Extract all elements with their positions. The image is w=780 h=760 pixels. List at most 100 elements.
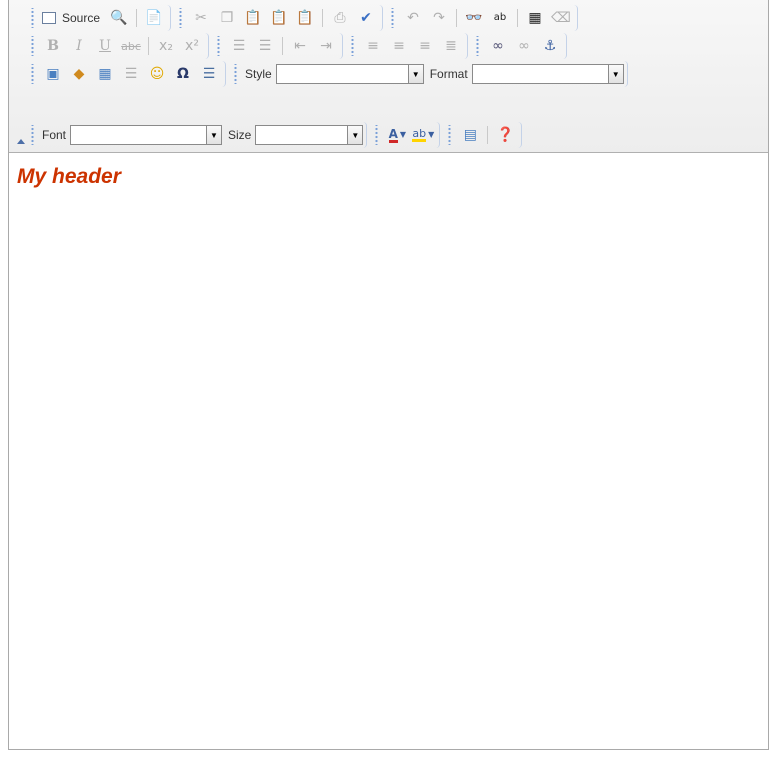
bulleted-list-icon: ☰ bbox=[258, 38, 272, 54]
image-button[interactable]: ▣ bbox=[42, 63, 64, 85]
toolbar-grip[interactable] bbox=[178, 8, 185, 28]
toolbar-grip[interactable] bbox=[30, 64, 36, 84]
size-value bbox=[256, 126, 347, 144]
underline-icon: U bbox=[99, 38, 111, 54]
anchor-icon: ⚓ bbox=[543, 38, 557, 54]
table-button[interactable]: ▦ bbox=[94, 63, 116, 85]
remove-format-button[interactable]: ⌫ bbox=[550, 7, 572, 29]
unlink-button[interactable]: ∞ bbox=[513, 35, 535, 57]
toolbar-grip[interactable] bbox=[390, 8, 397, 28]
toolbar-grip[interactable] bbox=[30, 125, 36, 145]
paste-button[interactable]: 📋 bbox=[242, 7, 264, 29]
toolbar-row-1: Source 🔍 📄 ✂ ❐ 📋 📋 📋 ⎙ ✔ ↶ ↷ 👓 ab ▦ ⌫ bbox=[27, 4, 582, 32]
print-button[interactable]: ⎙ bbox=[329, 7, 351, 29]
select-all-button[interactable]: ▦ bbox=[524, 7, 546, 29]
paste-text-icon: 📋 bbox=[270, 10, 288, 26]
separator bbox=[517, 9, 519, 27]
insert-group: ▣ ◆ ▦ ☰ ☺ Ω ☰ bbox=[27, 61, 226, 87]
redo-icon: ↷ bbox=[433, 10, 445, 26]
toolbar-grip[interactable] bbox=[447, 125, 454, 145]
templates-button[interactable]: 📄 bbox=[143, 7, 165, 29]
collapse-toolbar-icon[interactable] bbox=[17, 139, 25, 144]
align-justify-button[interactable]: ≣ bbox=[440, 35, 462, 57]
eraser-icon: ⌫ bbox=[551, 10, 571, 26]
undo-button[interactable]: ↶ bbox=[402, 7, 424, 29]
anchor-button[interactable]: ⚓ bbox=[539, 35, 561, 57]
superscript-button[interactable]: x² bbox=[181, 35, 203, 57]
paste-icon: 📋 bbox=[244, 10, 262, 26]
smiley-button[interactable]: ☺ bbox=[146, 63, 168, 85]
chevron-down-icon[interactable]: ▼ bbox=[206, 126, 222, 144]
style-value bbox=[277, 65, 408, 83]
redo-button[interactable]: ↷ bbox=[428, 7, 450, 29]
toolbar-grip[interactable] bbox=[30, 36, 36, 56]
toolbar-grip[interactable] bbox=[350, 36, 356, 56]
italic-button[interactable]: I bbox=[68, 35, 90, 57]
paste-word-button[interactable]: 📋 bbox=[294, 7, 316, 29]
source-button[interactable]: Source bbox=[42, 7, 104, 29]
colors-group: A ▼ ab ▼ bbox=[371, 122, 441, 148]
strike-button[interactable]: abc bbox=[120, 35, 142, 57]
templates-icon: 📄 bbox=[145, 10, 163, 26]
print-icon: ⎙ bbox=[334, 10, 346, 26]
separator bbox=[487, 126, 489, 144]
bold-button[interactable]: B bbox=[42, 35, 64, 57]
flash-button[interactable]: ◆ bbox=[68, 63, 90, 85]
font-combo[interactable]: ▼ bbox=[70, 125, 223, 145]
paste-text-button[interactable]: 📋 bbox=[268, 7, 290, 29]
align-center-icon: ≡ bbox=[393, 38, 405, 54]
indent-button[interactable]: ⇥ bbox=[315, 35, 337, 57]
align-left-button[interactable]: ≡ bbox=[362, 35, 384, 57]
chevron-down-icon[interactable]: ▼ bbox=[347, 126, 363, 144]
size-label: Size bbox=[228, 128, 252, 142]
size-combo[interactable]: ▼ bbox=[255, 125, 364, 145]
chevron-down-icon: ▼ bbox=[399, 130, 407, 139]
undo-icon: ↶ bbox=[407, 10, 419, 26]
maximize-button[interactable]: ▤ bbox=[459, 124, 481, 146]
spellcheck-button[interactable]: ✔ bbox=[355, 7, 377, 29]
align-center-button[interactable]: ≡ bbox=[388, 35, 410, 57]
chevron-down-icon[interactable]: ▼ bbox=[407, 65, 423, 83]
toolbar-grip[interactable] bbox=[30, 8, 36, 28]
italic-icon: I bbox=[76, 38, 82, 54]
find-button[interactable]: 👓 bbox=[463, 7, 485, 29]
text-color-button[interactable]: A ▼ bbox=[386, 124, 408, 146]
preview-button[interactable]: 🔍 bbox=[108, 7, 130, 29]
editor-content-area[interactable]: My header bbox=[9, 153, 768, 749]
format-combo[interactable]: ▼ bbox=[471, 64, 624, 84]
about-button[interactable]: ❓ bbox=[494, 124, 516, 146]
special-char-button[interactable]: Ω bbox=[172, 63, 194, 85]
toolbar-grip[interactable] bbox=[475, 36, 481, 56]
source-icon bbox=[42, 12, 56, 24]
cut-button[interactable]: ✂ bbox=[190, 7, 212, 29]
format-value bbox=[473, 65, 608, 83]
align-right-button[interactable]: ≡ bbox=[414, 35, 436, 57]
maximize-icon: ▤ bbox=[463, 127, 477, 143]
binoculars-icon: 👓 bbox=[465, 10, 483, 26]
outdent-button[interactable]: ⇤ bbox=[289, 35, 311, 57]
bulleted-list-button[interactable]: ☰ bbox=[254, 35, 276, 57]
style-combo[interactable]: ▼ bbox=[275, 64, 424, 84]
replace-button[interactable]: ab bbox=[489, 7, 511, 29]
chevron-down-icon: ▼ bbox=[428, 130, 435, 139]
bg-color-button[interactable]: ab ▼ bbox=[412, 124, 434, 146]
toolbar-grip[interactable] bbox=[216, 36, 222, 56]
smiley-icon: ☺ bbox=[149, 66, 165, 82]
style-label: Style bbox=[245, 67, 272, 81]
horizontal-rule-button[interactable]: ☰ bbox=[120, 63, 142, 85]
numbered-list-button[interactable]: ☰ bbox=[228, 35, 250, 57]
copy-button[interactable]: ❐ bbox=[216, 7, 238, 29]
flash-icon: ◆ bbox=[73, 66, 85, 82]
page-break-icon: ☰ bbox=[202, 66, 216, 82]
link-button[interactable]: ∞ bbox=[487, 35, 509, 57]
underline-button[interactable]: U bbox=[94, 35, 116, 57]
subscript-button[interactable]: x₂ bbox=[155, 35, 177, 57]
unlink-icon: ∞ bbox=[518, 38, 530, 54]
toolbar-grip[interactable] bbox=[233, 64, 239, 84]
replace-icon: ab bbox=[493, 12, 507, 23]
page-break-button[interactable]: ☰ bbox=[198, 63, 220, 85]
toolbar-grip[interactable] bbox=[374, 125, 381, 145]
link-icon: ∞ bbox=[492, 38, 504, 54]
separator bbox=[148, 37, 149, 55]
chevron-down-icon[interactable]: ▼ bbox=[607, 65, 623, 83]
